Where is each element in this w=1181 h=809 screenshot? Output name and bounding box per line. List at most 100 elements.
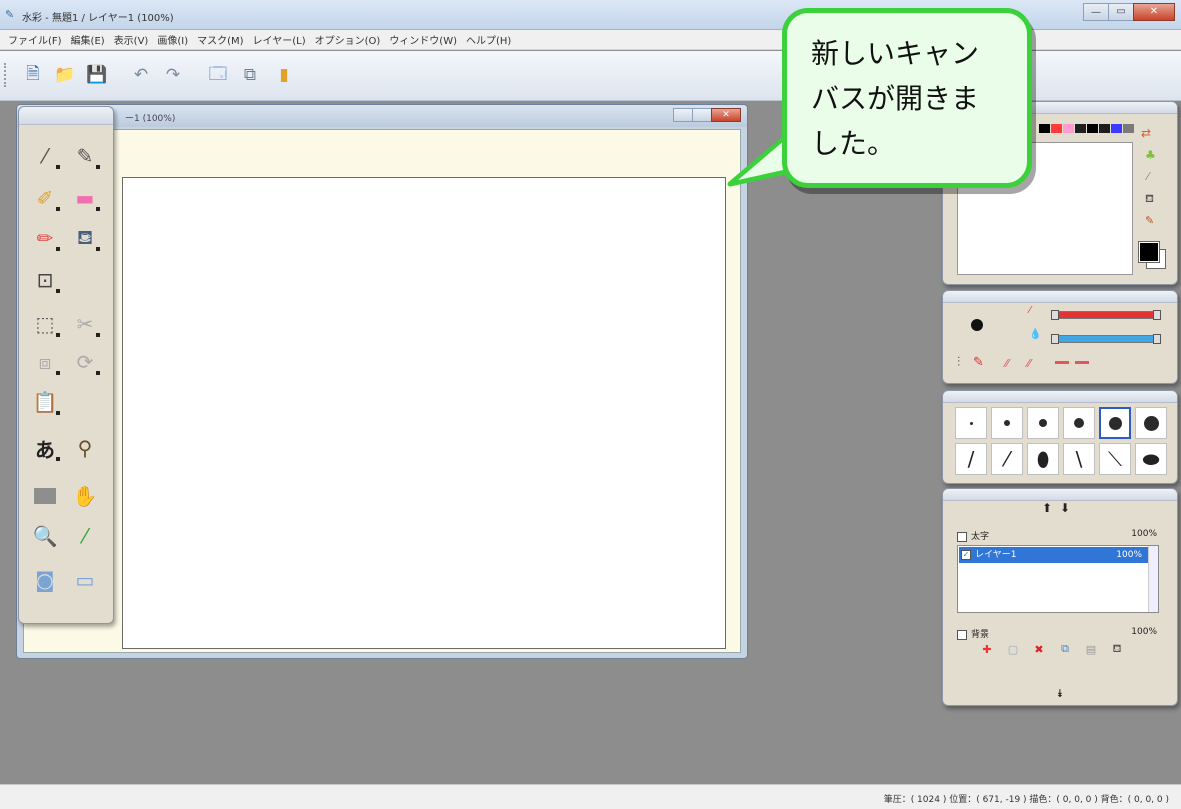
palette-swatch[interactable] [1051,124,1062,133]
layer-item-selected[interactable]: ✓ レイヤー1 100% [959,547,1148,563]
tool-palette-titlebar[interactable] [19,107,113,125]
gray-square-icon[interactable] [29,481,61,511]
stroke-medium-icon[interactable]: ⁄ [991,443,1023,475]
brush-size-option[interactable] [991,407,1023,439]
palette-swatch[interactable] [1075,124,1086,133]
menu-help[interactable]: ヘルプ(H) [466,32,511,47]
save-icon[interactable]: 💾 [84,62,110,88]
eyedropper-icon[interactable]: ⁄ [69,521,101,551]
move-layer-icon[interactable]: ⧈ [29,347,61,377]
menu-edit[interactable]: 編集(E) [71,32,105,47]
palette-swatch[interactable] [1123,124,1134,133]
magnifier-icon[interactable]: 🔍 [29,521,61,551]
minimize-icon: — [1091,7,1101,18]
layer-panel-titlebar[interactable] [943,489,1177,501]
text-tool-icon[interactable]: あ [29,433,61,463]
foreground-color-swatch[interactable] [1138,241,1160,263]
menu-window[interactable]: ウィンドウ(W) [389,32,457,47]
layer-property-icon[interactable]: ⛾ [1109,641,1125,657]
arrow-down-icon[interactable]: ⬇ [1060,501,1078,515]
canvas-window: ー1 (100%) ✕ [16,104,748,659]
rotate-icon[interactable]: ⟳ [69,347,101,377]
swap-color-icon[interactable]: ⇄ [1141,126,1151,140]
undo-icon[interactable]: ↶ [128,62,154,88]
monitor-icon[interactable]: ▭ [69,565,101,595]
menu-layer[interactable]: レイヤー(L) [253,32,306,47]
brush-option-icon[interactable]: ⫶ [957,355,960,370]
fill-bucket-icon[interactable]: ⛾ [69,223,101,253]
window-icon[interactable]: 🗔 [205,62,231,88]
menu-view[interactable]: 表示(V) [114,32,149,47]
arrow-up-icon[interactable]: ⬆ [1042,501,1060,515]
redo-icon[interactable]: ↷ [160,62,186,88]
layer-top-checkbox[interactable] [957,531,967,542]
copy-layer-icon[interactable]: ▢ [1005,641,1021,657]
new-layer-icon[interactable]: ✚ [979,641,995,657]
stroke-thick-icon[interactable]: ⬮ [1027,443,1059,475]
size-panel-titlebar[interactable] [943,391,1177,403]
stroke-back-medium-icon[interactable]: ⟍ [1099,443,1131,475]
layer-book-icon[interactable]: ▮ [271,62,297,88]
menu-image[interactable]: 画像(I) [157,32,188,47]
minimize-button[interactable]: — [1083,3,1109,21]
slider-knob[interactable] [1153,310,1161,320]
brush-slider-2[interactable] [1051,334,1161,344]
delete-layer-icon[interactable]: ✖ [1031,641,1047,657]
scissors-icon[interactable]: ✂ [69,309,101,339]
pencil-icon[interactable]: ✏ [29,223,61,253]
menu-mask[interactable]: マスク(M) [197,32,243,47]
stamp-icon[interactable]: ⚲ [69,433,101,463]
close-button[interactable]: ✕ [1133,3,1175,21]
stroke-back-thin-icon[interactable]: \ [1063,443,1095,475]
expand-panel-icon[interactable]: ⯯ [943,687,1177,701]
stroke-back-thick-icon[interactable]: ⬬ [1135,443,1167,475]
slider-knob[interactable] [1051,334,1059,344]
brush-size-dot [969,421,973,425]
toolbar-grip[interactable] [4,63,7,87]
canvas-window-titlebar[interactable]: ー1 (100%) ✕ [17,105,747,127]
canvas-maximize-button[interactable] [692,108,712,122]
paper-checkbox[interactable] [957,629,967,640]
rect-select-icon[interactable]: ⬚ [29,309,61,339]
palette-swatch[interactable] [1099,124,1110,133]
merge-layer-icon[interactable]: ⧉ [1057,641,1073,657]
layer-settings-icon[interactable]: ▤ [1083,641,1099,657]
brush-slider-1[interactable] [1051,310,1161,320]
brush-panel-titlebar[interactable] [943,291,1177,303]
copy-icon[interactable]: ⧉ [237,62,263,88]
stroke-thin-icon[interactable]: / [955,443,987,475]
canvas-minimize-button[interactable] [673,108,693,122]
drawing-canvas[interactable] [122,177,726,649]
brush-size-option[interactable] [955,407,987,439]
brush-size-option[interactable] [1135,407,1167,439]
brush-mix-icon[interactable]: ✎ [973,355,984,370]
brush-size-option[interactable] [1099,407,1131,439]
brush-icon[interactable]: ⁄ [29,141,61,171]
new-document-icon[interactable]: 🗎 [20,62,46,88]
brush-size-option[interactable] [1063,407,1095,439]
palette-swatch[interactable] [1087,124,1098,133]
pen-icon[interactable]: ✎ [69,141,101,171]
hand-icon[interactable]: ✋ [69,481,101,511]
frame-icon[interactable]: ⊡ [29,265,61,295]
airbrush-icon[interactable]: ✐ [29,183,61,213]
layer-visible-checkbox[interactable]: ✓ [961,550,971,560]
slider-knob[interactable] [1051,310,1059,320]
paste-icon[interactable]: 📋 [29,387,61,417]
menu-file[interactable]: ファイル(F) [8,32,62,47]
eraser-icon[interactable]: ▬ [69,183,101,213]
brush-stroke-alt-icon[interactable]: ⁄⁄ [1027,357,1031,370]
menu-options[interactable]: オプション(O) [315,32,381,47]
layer-list-scrollbar[interactable] [1148,546,1158,612]
brush-size-option[interactable] [1027,407,1059,439]
camera-icon[interactable]: ◙ [29,565,61,595]
line-alt-icon[interactable] [1075,361,1089,364]
maximize-button[interactable]: ▭ [1108,3,1134,21]
open-folder-icon[interactable]: 📁 [52,62,78,88]
palette-swatch[interactable] [1111,124,1122,133]
slider-knob[interactable] [1153,334,1161,344]
palette-swatch[interactable] [1063,124,1074,133]
palette-swatch[interactable] [1039,124,1050,133]
brush-stroke-icon[interactable]: ⁄⁄ [1005,357,1009,370]
line-icon[interactable] [1055,361,1069,364]
